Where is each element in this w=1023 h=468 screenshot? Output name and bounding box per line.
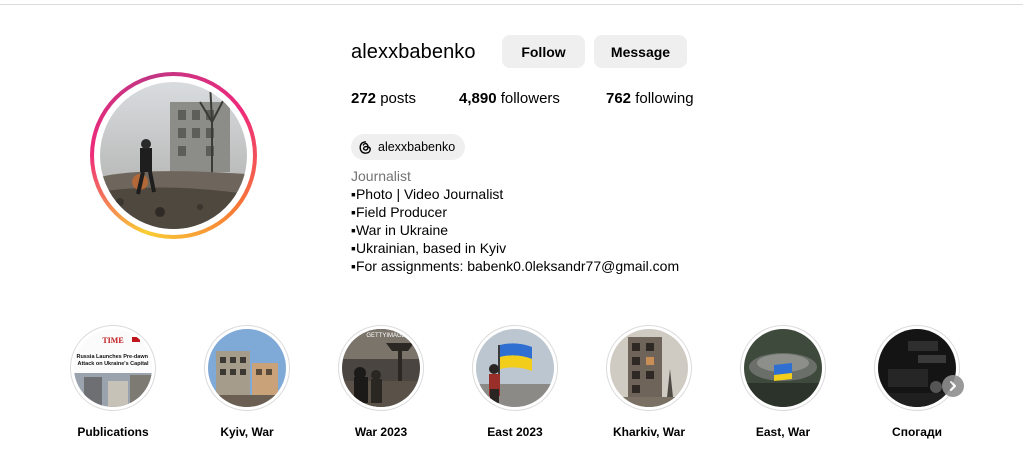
highlight-cover — [476, 329, 554, 407]
time-logo: TIME — [102, 336, 123, 345]
getty-watermark: GETTYIMAGES — [366, 333, 409, 339]
profile-username: alexxbabenko — [351, 41, 476, 63]
highlight-label: War 2023 — [354, 425, 408, 439]
profile-bio: Journalist ▪Photo | Video Journalist ▪Fi… — [351, 167, 679, 275]
highlight-label: Спогади — [892, 425, 942, 439]
follow-button[interactable]: Follow — [502, 35, 585, 68]
highlight-label: Publications — [77, 425, 149, 439]
following-link[interactable]: 762 following — [606, 90, 694, 107]
threads-badge[interactable]: alexxbabenko — [351, 134, 466, 160]
highlight-label: Kharkiv, War — [612, 425, 686, 439]
followers-link[interactable]: 4,890 followers — [459, 90, 560, 107]
chevron-right-icon[interactable] — [942, 375, 964, 397]
profile-category: Journalist — [351, 168, 411, 184]
highlight-label: East, War — [755, 425, 811, 439]
bio-line: ▪For assignments: babenk0.0leksandr77@gm… — [351, 258, 680, 274]
highlight-label: East 2023 — [487, 425, 543, 439]
highlight-label: Kyiv, War — [220, 425, 274, 439]
posts-count: 272 posts — [351, 90, 417, 107]
highlight-cover — [744, 329, 822, 407]
message-button[interactable]: Message — [594, 35, 687, 68]
highlight-cover: GETTYIMAGES — [342, 329, 420, 407]
bio-line: ▪Photo | Video Journalist — [351, 186, 504, 202]
threads-icon — [358, 140, 373, 155]
highlight-cover — [610, 329, 688, 407]
avatar — [100, 82, 247, 229]
time-headline: Russia Launches Pre-dawn Attack on Ukrai… — [76, 354, 149, 367]
highlight-cover — [208, 329, 286, 407]
bio-line: ▪War in Ukraine — [351, 222, 449, 238]
top-divider — [0, 4, 1023, 5]
bio-line: ▪Ukrainian, based in Kyiv — [351, 240, 507, 256]
bio-line: ▪Field Producer — [351, 204, 448, 220]
highlight-cover — [878, 329, 956, 407]
profile-avatar-story-ring[interactable] — [90, 72, 257, 239]
threads-handle: alexxbabenko — [378, 140, 456, 154]
highlight-cover: TIME Russia Launches Pre-dawn Attack on … — [74, 329, 152, 407]
